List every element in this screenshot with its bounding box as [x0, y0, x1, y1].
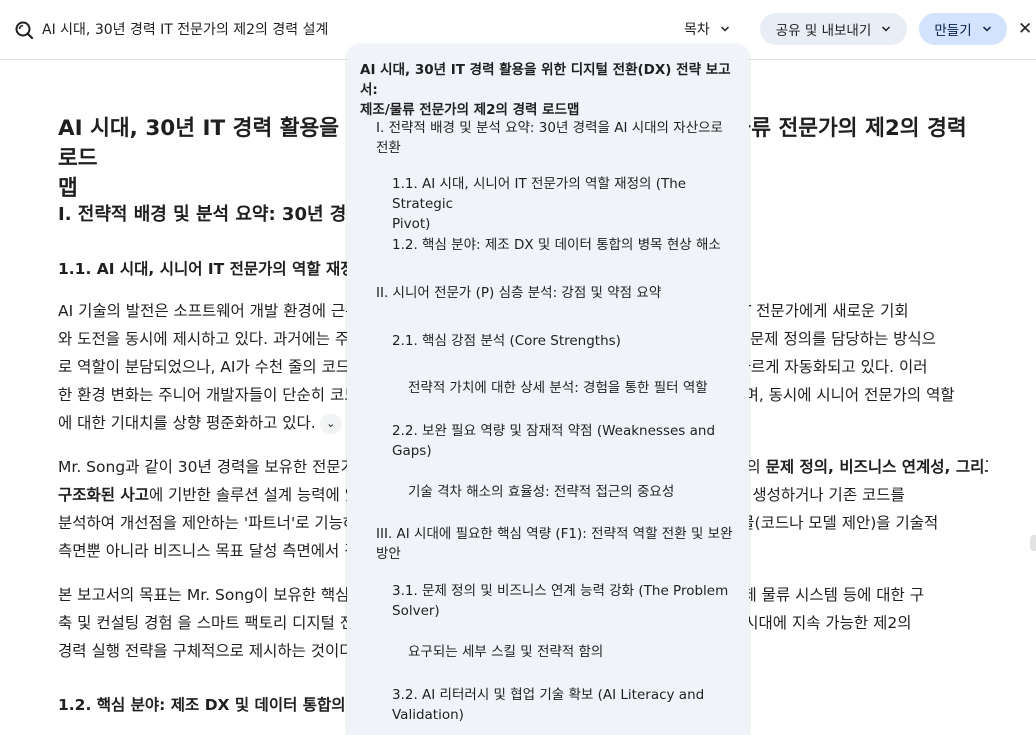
paragraph-bold-text: 문제 정의, 비즈니스 연계성, 그리고 [765, 458, 988, 476]
close-icon[interactable]: ✕ [1018, 18, 1036, 40]
side-panel-handle[interactable] [1030, 535, 1036, 551]
document-title: AI 시대, 30년 경력 IT 전문가의 제2의 경력 설계 [42, 22, 329, 38]
toc-button[interactable]: 목차 [676, 14, 738, 44]
toc-item[interactable]: I. 전략적 배경 및 분석 요약: 30년 경력을 AI 시대의 자산으로 전… [376, 118, 736, 158]
notebook-app-icon [15, 21, 34, 39]
toc-item[interactable]: 3.2. AI 리터러시 및 협업 기술 확보 (AI Literacy and… [392, 685, 742, 725]
toc-item[interactable]: 3.1. 문제 정의 및 비즈니스 연계 능력 강화 (The Problem … [392, 581, 742, 621]
toc-button-label: 목차 [684, 22, 710, 38]
toc-title[interactable]: AI 시대, 30년 IT 경력 활용을 위한 디지털 전환(DX) 전략 보고… [360, 60, 740, 120]
share-export-button[interactable]: 공유 및 내보내기 [760, 13, 907, 45]
create-button[interactable]: 만들기 [919, 13, 1007, 45]
toc-item[interactable]: 1.2. 핵심 분야: 제조 DX 및 데이터 통합의 병목 현상 해소 [392, 235, 742, 255]
paragraph-line-text: 에 대한 기대치를 상향 평준화하고 있다. [58, 414, 316, 432]
toc-item[interactable]: 2.1. 핵심 강점 분석 (Core Strengths) [392, 331, 742, 351]
toc-panel: AI 시대, 30년 IT 경력 활용을 위한 디지털 전환(DX) 전략 보고… [347, 44, 749, 735]
paragraph-bold-text: 구조화된 사고 [58, 486, 149, 504]
toc-item[interactable]: 2.2. 보완 필요 역량 및 잠재적 약점 (Weaknesses and G… [392, 421, 742, 461]
share-export-label: 공유 및 내보내기 [775, 23, 872, 39]
toc-item[interactable]: 기술 격차 해소의 효율성: 전략적 접근의 중요성 [408, 482, 738, 502]
create-button-label: 만들기 [934, 23, 972, 39]
chevron-down-icon [882, 26, 891, 32]
toc-item[interactable]: 1.1. AI 시대, 시니어 IT 전문가의 역할 재정의 (The Stra… [392, 174, 742, 234]
toc-item[interactable]: III. AI 시대에 필요한 핵심 역량 (F1): 전략적 역할 전환 및 … [376, 524, 736, 564]
toc-item[interactable]: II. 시니어 전문가 (P) 심층 분석: 강점 및 약점 요약 [376, 283, 736, 303]
chevron-down-icon [982, 26, 991, 32]
toc-item[interactable]: 전략적 가치에 대한 상세 분석: 경험을 통한 필터 역할 [408, 378, 738, 398]
toc-item[interactable]: 요구되는 세부 스킬 및 전략적 함의 [408, 642, 738, 662]
chevron-down-icon [720, 26, 729, 32]
expand-citation-icon[interactable]: ⌄ [319, 413, 342, 434]
